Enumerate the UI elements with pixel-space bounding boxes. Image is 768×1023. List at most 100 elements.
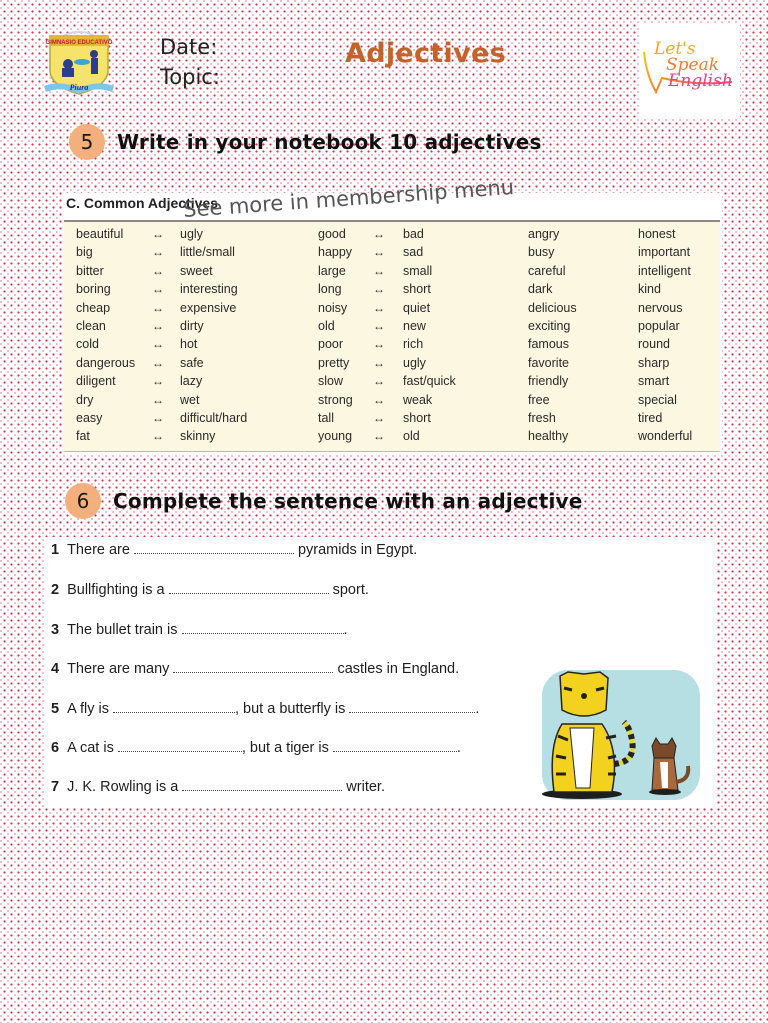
adjective-opposite: small	[403, 263, 433, 278]
opposite-arrow-icon: ↔	[152, 263, 164, 278]
answer-blank[interactable]	[117, 751, 242, 752]
answer-blank[interactable]	[181, 633, 344, 634]
sentence-text-after: writer.	[346, 779, 385, 795]
opposite-arrow-icon: ↔	[373, 318, 385, 333]
adjective-word: good	[318, 227, 346, 241]
adjective-word: dangerous	[76, 355, 136, 370]
table-bottom-rule	[64, 451, 720, 452]
adjective-opposite: short	[403, 410, 431, 425]
sentence-text-before: A fly is	[67, 701, 109, 717]
common-adjectives-table: C. Common Adjectives See more in members…	[62, 175, 722, 455]
opposite-arrow-icon: ↔	[152, 227, 164, 241]
answer-blank[interactable]	[182, 790, 343, 791]
adjective-word: beautiful	[76, 227, 124, 241]
adjective-word: cheap	[76, 300, 111, 315]
adjective-word: happy	[318, 245, 353, 260]
adjective-word: cold	[76, 337, 99, 352]
adjective-word: slow	[318, 374, 344, 389]
adjective-word: kind	[638, 282, 661, 297]
section-number-badge: 6	[65, 483, 101, 519]
membership-watermark: See more in membership menu	[182, 174, 515, 222]
sentence-text-after: castles in England.	[337, 661, 460, 677]
section-title: Complete the sentence with an adjective	[113, 489, 583, 513]
adjective-word: easy	[76, 410, 103, 425]
opposite-arrow-icon: ↔	[152, 355, 164, 370]
adjective-opposite: bad	[403, 227, 424, 241]
opposite-arrow-icon: ↔	[373, 429, 385, 444]
adjective-word: fresh	[528, 410, 556, 425]
crest-bottom-text: Piura	[70, 83, 89, 92]
adjective-word: smart	[638, 374, 670, 389]
adjective-word: favorite	[528, 355, 569, 370]
opposite-arrow-icon: ↔	[373, 245, 385, 260]
adjective-opposite: lazy	[180, 374, 203, 389]
opposites-left-arrows: ↔ ↔ ↔ ↔ ↔ ↔ ↔ ↔ ↔ ↔ ↔ ↔	[152, 225, 164, 446]
section-6-header: 6 Complete the sentence with an adjectiv…	[65, 483, 583, 519]
adjective-opposite: new	[403, 318, 426, 333]
sentence-item: 5 A fly is , but a butterfly is .	[51, 701, 479, 717]
adjective-opposite: little/small	[180, 245, 235, 260]
adjective-opposite: expensive	[180, 300, 237, 315]
adjective-word: nervous	[638, 300, 683, 315]
answer-blank[interactable]	[349, 712, 476, 713]
opposite-arrow-icon: ↔	[152, 318, 164, 333]
adjective-word: angry	[528, 227, 560, 241]
opposite-arrow-icon: ↔	[152, 282, 164, 297]
answer-blank[interactable]	[173, 672, 334, 673]
adjective-opposite: sweet	[180, 263, 213, 278]
topic-label: Topic:	[160, 65, 220, 89]
adjective-word: honest	[638, 227, 676, 241]
answer-blank[interactable]	[112, 712, 235, 713]
opposite-arrow-icon: ↔	[152, 410, 164, 425]
sentence-number: 3	[51, 622, 60, 638]
opposite-arrow-icon: ↔	[152, 392, 164, 407]
adjective-opposite: weak	[403, 392, 433, 407]
adjective-word: diligent	[76, 374, 116, 389]
adjective-word: tired	[638, 410, 663, 425]
opposites-right-words: good happy large long noisy old poor pretty slow…	[318, 225, 353, 446]
adjective-word: boring	[76, 282, 111, 297]
sentence-text-after: pyramids in Egypt.	[297, 542, 418, 558]
adjective-word: large	[318, 263, 346, 278]
sentence-text-middle: , but a butterfly is	[234, 701, 346, 717]
opposite-arrow-icon: ↔	[373, 355, 385, 370]
adjective-word: busy	[528, 245, 555, 260]
adjective-opposite: fast/quick	[403, 374, 456, 389]
sentence-item: 1 There are pyramids in Egypt.	[51, 542, 417, 558]
adjective-word: dry	[76, 392, 94, 407]
adjective-word: important	[638, 245, 691, 260]
sentence-number: 7	[51, 779, 60, 795]
opposite-arrow-icon: ↔	[373, 282, 385, 297]
adjective-opposite: safe	[180, 355, 204, 370]
opposite-arrow-icon: ↔	[373, 337, 385, 352]
adjective-opposite: interesting	[180, 282, 238, 297]
adjective-word: long	[318, 282, 342, 297]
adjective-opposite: rich	[403, 337, 424, 352]
adjective-word: clean	[76, 318, 106, 333]
opposite-arrow-icon: ↔	[373, 263, 385, 278]
adjective-word: bitter	[76, 263, 104, 278]
sentence-item: 2 Bullfighting is a sport.	[51, 582, 369, 598]
adjective-word: careful	[528, 263, 566, 278]
answer-blank[interactable]	[332, 751, 457, 752]
sentence-text-before: There are	[67, 542, 130, 558]
school-crest-logo: GIMNASIO EDUCATIVO Piura	[40, 24, 118, 98]
adjective-word: sharp	[638, 355, 670, 370]
answer-blank[interactable]	[168, 593, 329, 594]
adjective-word: delicious	[528, 300, 577, 315]
answer-blank[interactable]	[133, 553, 294, 554]
opposites-left-opposites: ugly little/small sweet interesting expensiv…	[180, 225, 247, 446]
date-label: Date:	[160, 35, 218, 59]
sentence-text-before: Bullfighting is a	[67, 582, 165, 598]
adjective-word: fat	[76, 429, 90, 444]
opposite-arrow-icon: ↔	[373, 227, 385, 241]
sentence-text-before: A cat is	[67, 740, 114, 756]
adjective-opposite: wet	[180, 392, 200, 407]
adjective-word: round	[638, 337, 670, 352]
adjectives-list-b: honest important intelligent kind nervous pop…	[638, 225, 692, 446]
table-top-rule	[64, 220, 720, 222]
adjective-opposite: ugly	[180, 227, 203, 241]
adjective-word: free	[528, 392, 550, 407]
adjective-word: exciting	[528, 318, 571, 333]
adjective-opposite: quiet	[403, 300, 431, 315]
